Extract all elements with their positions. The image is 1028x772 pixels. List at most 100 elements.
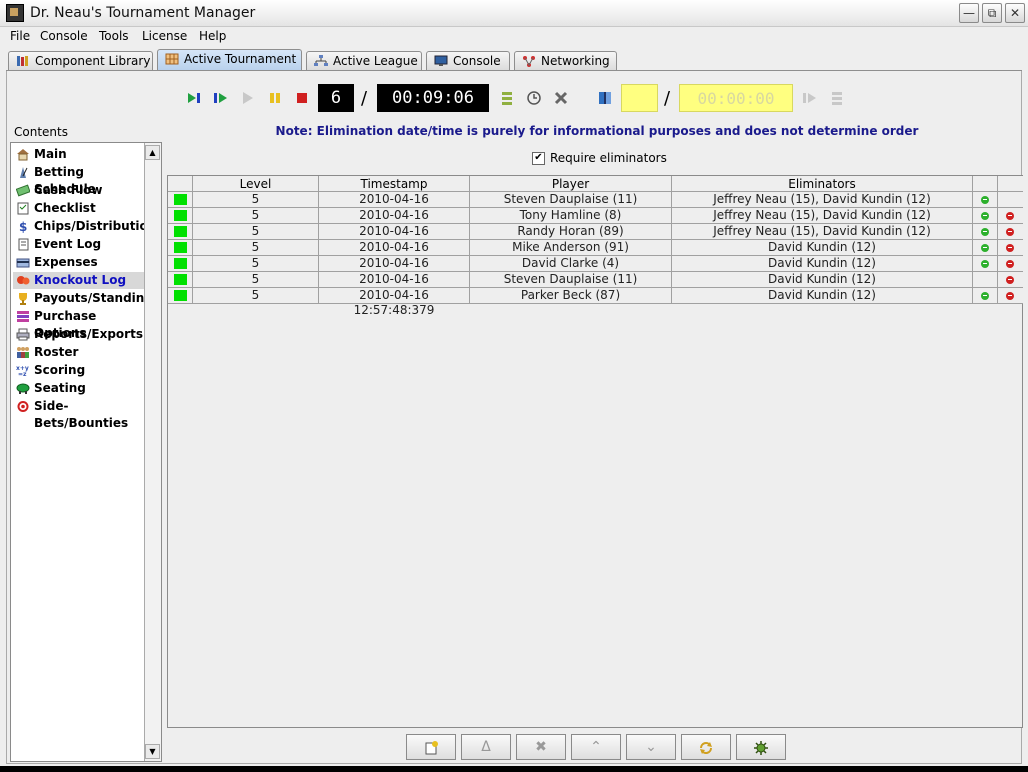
add-eliminator-cell[interactable] xyxy=(973,272,998,288)
table-row[interactable]: 52010-04-16 12:53:33:628Tony Hamline (8)… xyxy=(168,208,1023,237)
sidebar-item-event-log[interactable]: Event Log xyxy=(13,236,145,253)
add-circle-icon[interactable] xyxy=(981,260,989,268)
scroll-up-button[interactable]: ▲ xyxy=(145,145,160,160)
sidebar-item-payouts-standings[interactable]: Payouts/Standings xyxy=(13,290,160,307)
remove-circle-icon[interactable] xyxy=(1006,212,1014,220)
column-header-status[interactable] xyxy=(168,176,193,192)
tab-active-tournament[interactable]: Active Tournament xyxy=(157,49,302,71)
remove-circle-icon[interactable] xyxy=(1006,244,1014,252)
scroll-down-button[interactable]: ▼ xyxy=(145,744,160,759)
close-button[interactable]: ✕ xyxy=(1005,3,1025,23)
book-icon[interactable] xyxy=(597,90,613,106)
sidebar-item-purchase-options[interactable]: Purchase Options xyxy=(13,308,145,340)
sidebar-item-checklist[interactable]: Checklist xyxy=(13,200,145,217)
add-eliminator-cell[interactable] xyxy=(973,224,998,240)
table-row[interactable]: 52010-04-16 12:57:48:378Steven Dauplaise… xyxy=(168,272,1023,301)
remove-circle-icon[interactable] xyxy=(1006,260,1014,268)
reset-icon[interactable] xyxy=(553,90,569,106)
column-header-eliminators[interactable]: Eliminators xyxy=(672,176,973,192)
minimize-button[interactable]: — xyxy=(959,3,979,23)
add-eliminator-cell[interactable] xyxy=(973,288,998,304)
menu-tools[interactable]: Tools xyxy=(99,29,129,43)
sidebar-scrollbar[interactable]: ▲ ▼ xyxy=(144,143,161,761)
remove-eliminator-cell[interactable] xyxy=(998,272,1023,288)
menu-license[interactable]: License xyxy=(142,29,187,43)
remove-circle-icon[interactable] xyxy=(1006,228,1014,236)
remove-eliminator-cell[interactable] xyxy=(998,256,1023,272)
add-eliminator-cell[interactable] xyxy=(973,208,998,224)
table-row[interactable]: 52010-04-16 12:53:33:626Steven Dauplaise… xyxy=(168,192,1023,221)
remove-circle-icon[interactable] xyxy=(1006,292,1014,300)
sidebar-item-seating[interactable]: Seating xyxy=(13,380,145,397)
row-status-cell xyxy=(168,288,193,304)
column-header-add[interactable] xyxy=(973,176,998,192)
play-icon[interactable] xyxy=(240,90,256,106)
remove-eliminator-cell[interactable] xyxy=(998,288,1023,304)
add-entry-button[interactable] xyxy=(406,734,456,760)
sidebar-item-roster[interactable]: Roster xyxy=(13,344,145,361)
edit-entry-button[interactable]: Δ xyxy=(461,734,511,760)
tab-console[interactable]: Console xyxy=(426,51,510,70)
column-header-timestamp[interactable]: Timestamp xyxy=(319,176,470,192)
require-eliminators-checkbox[interactable]: ✔ Require eliminators xyxy=(532,151,667,165)
pause-icon[interactable] xyxy=(267,90,283,106)
refresh-icon xyxy=(700,742,712,754)
next-level-icon[interactable] xyxy=(213,90,229,106)
stop-icon[interactable] xyxy=(294,90,310,106)
tab-networking[interactable]: Networking xyxy=(514,51,617,70)
sidebar-item-betting-schedule[interactable]: Betting Schedule xyxy=(13,164,145,196)
add-circle-icon[interactable] xyxy=(981,196,989,204)
sidebar-item-label: Chips/Distribution xyxy=(34,219,157,233)
remove-eliminator-cell[interactable] xyxy=(998,224,1023,240)
tab-component-library[interactable]: Component Library xyxy=(8,51,153,70)
add-circle-icon[interactable] xyxy=(981,292,989,300)
add-circle-icon[interactable] xyxy=(981,244,989,252)
start-level-icon[interactable] xyxy=(186,90,202,106)
settings-button[interactable] xyxy=(736,734,786,760)
clock-icon[interactable] xyxy=(526,90,542,106)
add-eliminator-cell[interactable] xyxy=(973,240,998,256)
column-header-level[interactable]: Level xyxy=(193,176,319,192)
secondary-play-icon[interactable] xyxy=(802,90,818,106)
remove-circle-icon[interactable] xyxy=(1006,276,1014,284)
sidebar-item-cash-flow[interactable]: Cash Flow xyxy=(13,182,145,199)
remove-eliminator-cell[interactable] xyxy=(998,240,1023,256)
sidebar-item-label: Reports/Exports xyxy=(34,327,143,341)
remove-eliminator-cell[interactable] xyxy=(998,208,1023,224)
column-header-remove[interactable] xyxy=(998,176,1023,192)
table-icon xyxy=(16,383,30,394)
restore-button[interactable]: ⧉ xyxy=(982,3,1002,23)
menu-file[interactable]: File xyxy=(10,29,30,43)
tab-active-league[interactable]: Active League xyxy=(306,51,422,70)
add-eliminator-cell[interactable] xyxy=(973,256,998,272)
sidebar-item-main[interactable]: Main xyxy=(13,146,145,163)
sidebar-item-scoring[interactable]: x+y =z Scoring xyxy=(13,362,145,379)
remove-eliminator-cell[interactable] xyxy=(998,192,1023,208)
add-circle-icon[interactable] xyxy=(981,228,989,236)
table-row[interactable]: 52010-04-16 12:57:48:377David Clarke (4)… xyxy=(168,256,1023,285)
move-down-button[interactable]: ⌄ xyxy=(626,734,676,760)
menu-console[interactable]: Console xyxy=(40,29,88,43)
sidebar-item-side-bets-bounties[interactable]: Side-Bets/Bounties xyxy=(13,398,145,430)
timestamp-cell: 2010-04-16 12:57:48:379 xyxy=(319,288,470,317)
add-eliminator-cell[interactable] xyxy=(973,192,998,208)
clock-display: 00:09:06 xyxy=(377,84,489,112)
move-up-button[interactable]: ⌃ xyxy=(571,734,621,760)
column-header-player[interactable]: Player xyxy=(470,176,672,192)
table-row[interactable]: 52010-04-16 12:53:33:629Randy Horan (89)… xyxy=(168,224,1023,253)
sidebar-item-knockout-log[interactable]: Knockout Log xyxy=(13,272,145,289)
levels-list-icon[interactable] xyxy=(499,90,515,106)
table-row[interactable]: 52010-04-16 12:57:48:376Mike Anderson (9… xyxy=(168,240,1023,269)
sidebar-item-expenses[interactable]: Expenses xyxy=(13,254,145,271)
secondary-list-icon[interactable] xyxy=(829,90,845,106)
sidebar-item-chips-distribution[interactable]: $ Chips/Distribution xyxy=(13,218,156,235)
menu-help[interactable]: Help xyxy=(199,29,226,43)
table-row[interactable]: 5 2010-04-16 12:57:48:379 Parker Beck (87)… xyxy=(168,288,1023,317)
sidebar-item-reports-exports[interactable]: Reports/Exports xyxy=(13,326,145,343)
app-window: Dr. Neau's Tournament Manager — ⧉ ✕ File… xyxy=(0,0,1028,766)
add-circle-icon[interactable] xyxy=(981,212,989,220)
checkbox-check-icon[interactable]: ✔ xyxy=(532,152,545,165)
delete-entry-button[interactable]: ✖ xyxy=(516,734,566,760)
sidebar-item-label: Scoring xyxy=(34,363,86,377)
refresh-button[interactable] xyxy=(681,734,731,760)
